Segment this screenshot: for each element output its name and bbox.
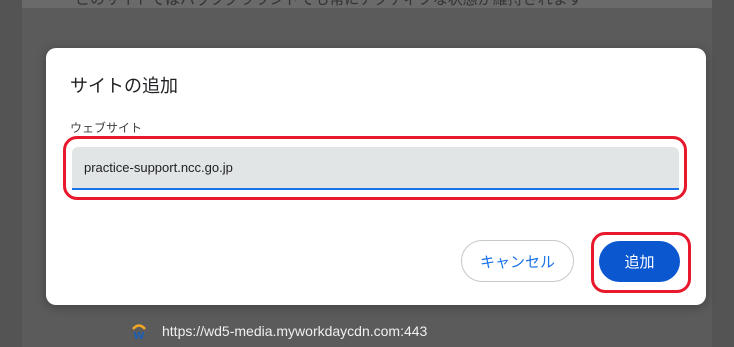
left-backdrop	[0, 0, 22, 347]
right-backdrop	[712, 0, 734, 347]
dialog-title: サイトの追加	[70, 76, 178, 96]
background-site-row: W https://wd5-media.myworkdaycdn.com:443	[130, 322, 428, 342]
website-input-container	[72, 147, 679, 190]
add-site-dialog: サイトの追加 ウェブサイト キャンセル 追加	[46, 48, 706, 305]
workday-icon: W	[130, 322, 148, 342]
website-input[interactable]	[72, 147, 679, 188]
background-description: このサイトではバックグラウンドでも常にアクティブな状態が維持されます	[75, 0, 583, 9]
cancel-button[interactable]: キャンセル	[461, 240, 574, 282]
website-field-label: ウェブサイト	[70, 121, 143, 135]
background-site-url: https://wd5-media.myworkdaycdn.com:443	[162, 323, 428, 339]
add-button[interactable]: 追加	[599, 241, 680, 282]
svg-text:W: W	[133, 331, 144, 340]
